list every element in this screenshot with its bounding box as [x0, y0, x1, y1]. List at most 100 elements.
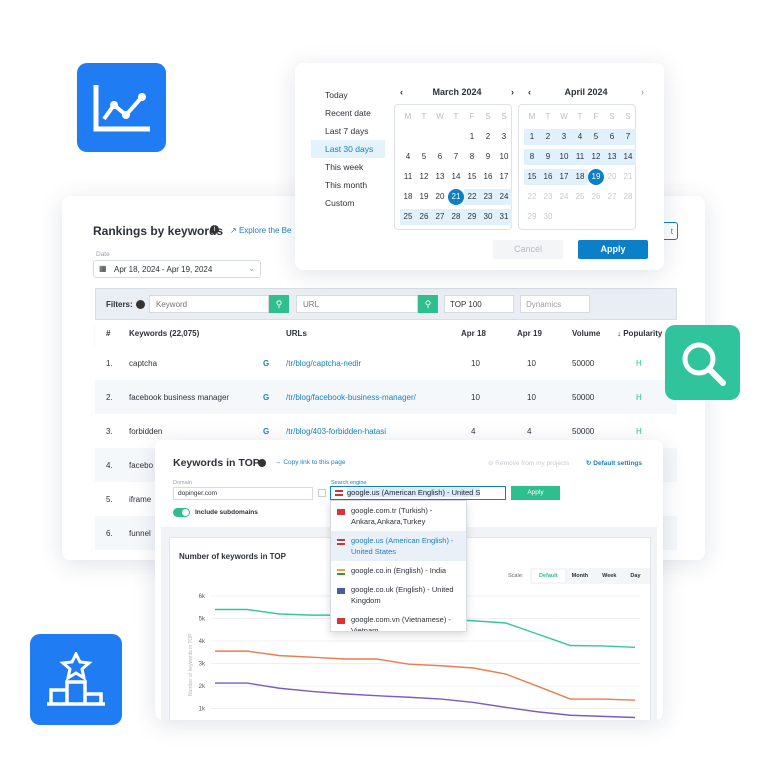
- day-cell[interactable]: 22: [524, 189, 540, 205]
- day-cell[interactable]: 3: [496, 129, 512, 145]
- day-cell[interactable]: 18: [400, 189, 416, 205]
- col-keywords[interactable]: Keywords (22,075): [129, 329, 199, 338]
- keyword-input[interactable]: [149, 295, 269, 313]
- day-cell[interactable]: 13: [604, 149, 620, 165]
- day-cell[interactable]: 25: [572, 189, 588, 205]
- table-row[interactable]: 1. captcha/tr/blog/captcha-nedir 10 10 50000…: [95, 346, 677, 380]
- apply-button[interactable]: Apply: [578, 240, 648, 259]
- day-cell[interactable]: 23: [480, 189, 496, 205]
- day-cell[interactable]: 22: [464, 189, 480, 205]
- day-cell[interactable]: 25: [400, 209, 416, 225]
- day-cell[interactable]: 7: [448, 149, 464, 165]
- info-icon[interactable]: [136, 300, 145, 309]
- day-cell[interactable]: 8: [464, 149, 480, 165]
- preset-item[interactable]: Today: [311, 86, 385, 104]
- col-volume[interactable]: Volume: [572, 329, 600, 338]
- day-cell[interactable]: 28: [620, 189, 636, 205]
- preset-item[interactable]: Custom: [311, 194, 385, 212]
- day-cell[interactable]: 15: [524, 169, 540, 185]
- day-cell[interactable]: 2: [480, 129, 496, 145]
- day-cell[interactable]: 14: [620, 149, 636, 165]
- preset-item[interactable]: Last 30 days: [311, 140, 385, 158]
- day-cell[interactable]: 13: [432, 169, 448, 185]
- day-cell[interactable]: 10: [556, 149, 572, 165]
- table-row[interactable]: 2. facebook business manager/tr/blog/face…: [95, 380, 677, 414]
- day-cell[interactable]: 26: [416, 209, 432, 225]
- day-cell[interactable]: 21: [620, 169, 636, 185]
- next-month-icon[interactable]: ›: [641, 87, 644, 97]
- day-cell[interactable]: 24: [556, 189, 572, 205]
- url-search-button[interactable]: ⚲: [418, 295, 438, 313]
- default-settings-link[interactable]: ↻ Default settings: [586, 459, 642, 467]
- day-cell[interactable]: 11: [572, 149, 588, 165]
- date-picker[interactable]: ▦ Apr 18, 2024 - Apr 19, 2024 ⌄: [93, 260, 261, 278]
- day-cell[interactable]: 14: [448, 169, 464, 185]
- day-cell[interactable]: 15: [464, 169, 480, 185]
- day-cell[interactable]: 27: [432, 209, 448, 225]
- day-cell[interactable]: 3: [556, 129, 572, 145]
- day-cell[interactable]: 21: [448, 189, 464, 205]
- day-cell[interactable]: 17: [496, 169, 512, 185]
- day-cell[interactable]: 16: [540, 169, 556, 185]
- keyword-search-button[interactable]: ⚲: [269, 295, 289, 313]
- col-apr19[interactable]: Apr 19: [517, 329, 542, 338]
- prev-month-icon[interactable]: ‹: [400, 87, 403, 97]
- day-cell[interactable]: 30: [540, 209, 556, 225]
- preset-item[interactable]: This week: [311, 158, 385, 176]
- day-cell[interactable]: 20: [432, 189, 448, 205]
- external-link-icon[interactable]: [318, 489, 326, 497]
- next-month-icon[interactable]: ›: [511, 87, 514, 97]
- col-apr18[interactable]: Apr 18: [461, 329, 486, 338]
- dynamics-select[interactable]: Dynamics: [520, 295, 590, 313]
- engine-option[interactable]: google.com.vn (Vietnamese) - Vietnam: [331, 610, 466, 631]
- top-select[interactable]: TOP 100: [444, 295, 514, 313]
- prev-month-icon[interactable]: ‹: [528, 87, 531, 97]
- day-cell[interactable]: 23: [540, 189, 556, 205]
- day-cell[interactable]: 24: [496, 189, 512, 205]
- day-cell[interactable]: 10: [496, 149, 512, 165]
- cell-url[interactable]: /tr/blog/403-forbidden-hatasi: [286, 427, 386, 436]
- day-cell[interactable]: 6: [432, 149, 448, 165]
- day-cell[interactable]: 30: [480, 209, 496, 225]
- info-icon[interactable]: i: [210, 225, 219, 234]
- apply-button[interactable]: Apply: [511, 486, 560, 500]
- cell-url[interactable]: /tr/blog/facebook-business-manager/: [286, 393, 416, 402]
- day-cell[interactable]: 18: [572, 169, 588, 185]
- preset-item[interactable]: Recent date: [311, 104, 385, 122]
- url-input[interactable]: [296, 295, 418, 313]
- day-cell[interactable]: 19: [588, 169, 604, 185]
- day-cell[interactable]: 2: [540, 129, 556, 145]
- day-cell[interactable]: 12: [588, 149, 604, 165]
- day-cell[interactable]: 4: [572, 129, 588, 145]
- day-cell[interactable]: 19: [416, 189, 432, 205]
- day-cell[interactable]: 28: [448, 209, 464, 225]
- day-cell[interactable]: 6: [604, 129, 620, 145]
- day-cell[interactable]: 5: [588, 129, 604, 145]
- engine-option[interactable]: google.co.uk (English) - United Kingdom: [331, 580, 466, 610]
- day-cell[interactable]: 17: [556, 169, 572, 185]
- explore-link[interactable]: ↗ Explore the Be: [230, 226, 291, 235]
- day-cell[interactable]: 7: [620, 129, 636, 145]
- info-icon[interactable]: [258, 459, 266, 467]
- engine-option[interactable]: google.co.in (English) - India: [331, 561, 466, 580]
- day-cell[interactable]: 11: [400, 169, 416, 185]
- day-cell[interactable]: 4: [400, 149, 416, 165]
- search-engine-select[interactable]: google.us (American English) - United S: [330, 486, 506, 500]
- day-cell[interactable]: 16: [480, 169, 496, 185]
- preset-item[interactable]: This month: [311, 176, 385, 194]
- preset-item[interactable]: Last 7 days: [311, 122, 385, 140]
- remove-from-projects[interactable]: ⊖ Remove from my projects: [488, 459, 569, 467]
- day-cell[interactable]: 9: [540, 149, 556, 165]
- day-cell[interactable]: 5: [416, 149, 432, 165]
- day-cell[interactable]: 29: [464, 209, 480, 225]
- day-cell[interactable]: 20: [604, 169, 620, 185]
- day-cell[interactable]: 26: [588, 189, 604, 205]
- cancel-button[interactable]: Cancel: [493, 240, 563, 259]
- domain-select[interactable]: dopinger.com: [173, 487, 313, 500]
- day-cell[interactable]: 8: [524, 149, 540, 165]
- day-cell[interactable]: 9: [480, 149, 496, 165]
- day-cell[interactable]: 31: [496, 209, 512, 225]
- day-cell[interactable]: 29: [524, 209, 540, 225]
- day-cell[interactable]: 1: [464, 129, 480, 145]
- copy-link[interactable]: ⇔ Copy link to this page: [275, 459, 345, 466]
